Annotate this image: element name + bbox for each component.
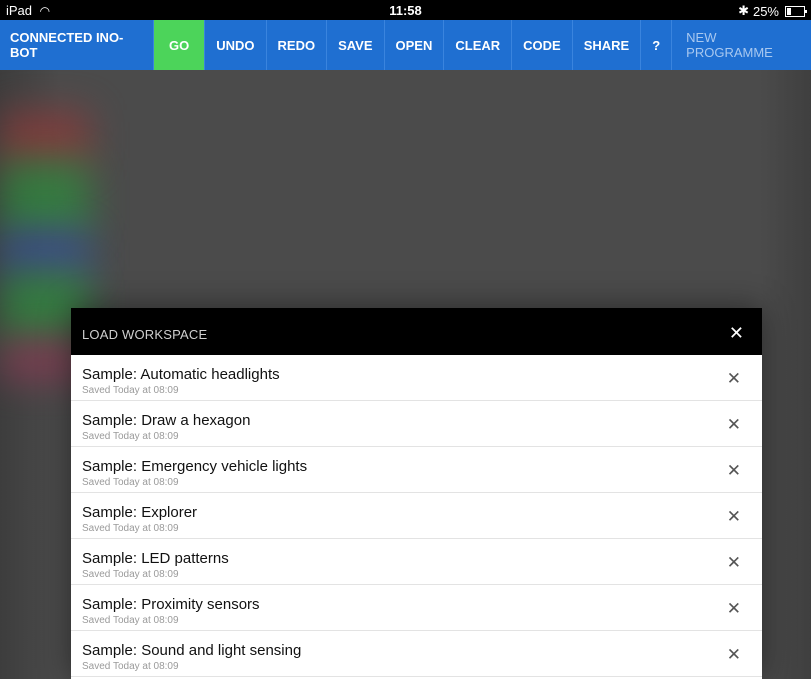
delete-icon[interactable]: ✕	[727, 461, 741, 481]
item-saved-time: Saved Today at 08:09	[82, 431, 179, 442]
open-button[interactable]: OPEN	[385, 20, 445, 70]
go-button[interactable]: GO	[153, 20, 206, 70]
list-item[interactable]: Sample: Automatic headlights Saved Today…	[71, 355, 762, 401]
redo-button[interactable]: REDO	[267, 20, 328, 70]
delete-icon[interactable]: ✕	[727, 507, 741, 527]
item-saved-time: Saved Today at 08:09	[82, 661, 179, 672]
delete-icon[interactable]: ✕	[727, 645, 741, 665]
workspace-list: Sample: Automatic headlights Saved Today…	[71, 355, 762, 677]
list-item[interactable]: Sample: Draw a hexagon Saved Today at 08…	[71, 401, 762, 447]
save-button[interactable]: SAVE	[327, 20, 385, 70]
delete-icon[interactable]: ✕	[727, 369, 741, 389]
item-saved-time: Saved Today at 08:09	[82, 569, 179, 580]
item-saved-time: Saved Today at 08:09	[82, 523, 179, 534]
item-title: Sample: Proximity sensors	[82, 596, 260, 613]
status-right: ✱ 25%	[738, 3, 807, 19]
item-saved-time: Saved Today at 08:09	[82, 615, 179, 626]
item-saved-time: Saved Today at 08:09	[82, 385, 179, 396]
share-button[interactable]: SHARE	[573, 20, 642, 70]
clear-button[interactable]: CLEAR	[444, 20, 513, 70]
item-title: Sample: Automatic headlights	[82, 366, 280, 383]
list-item[interactable]: Sample: Sound and light sensing Saved To…	[71, 631, 762, 677]
blur-block-green	[0, 160, 90, 240]
item-title: Sample: Draw a hexagon	[82, 412, 251, 429]
item-title: Sample: Explorer	[82, 504, 198, 521]
item-title: Sample: LED patterns	[82, 550, 229, 567]
status-bar: iPad ◠ 11:58 ✱ 25%	[0, 0, 811, 20]
battery-icon	[785, 5, 807, 17]
dialog-title: LOAD WORKSPACE	[82, 327, 208, 342]
bluetooth-icon: ✱	[738, 3, 749, 18]
list-item[interactable]: Sample: Proximity sensors Saved Today at…	[71, 585, 762, 631]
item-title: Sample: Sound and light sensing	[82, 642, 302, 659]
toolbar: CONNECTED INO-BOT GO UNDO REDO SAVE OPEN…	[0, 20, 811, 70]
item-saved-time: Saved Today at 08:09	[82, 477, 179, 488]
item-title: Sample: Emergency vehicle lights	[82, 458, 308, 475]
close-icon[interactable]: ✕	[729, 323, 744, 344]
code-button[interactable]: CODE	[512, 20, 573, 70]
connected-robot-button[interactable]: CONNECTED INO-BOT	[0, 20, 154, 70]
help-button[interactable]: ?	[641, 20, 673, 70]
delete-icon[interactable]: ✕	[727, 599, 741, 619]
delete-icon[interactable]: ✕	[727, 553, 741, 573]
programme-name[interactable]: NEW PROGRAMME	[672, 20, 811, 70]
list-item[interactable]: Sample: Explorer Saved Today at 08:09 ✕	[71, 493, 762, 539]
delete-icon[interactable]: ✕	[727, 415, 741, 435]
undo-button[interactable]: UNDO	[205, 20, 267, 70]
load-workspace-dialog: LOAD WORKSPACE ✕ Sample: Automatic headl…	[71, 308, 762, 679]
battery-percentage: 25%	[752, 3, 779, 19]
list-item[interactable]: Sample: Emergency vehicle lights Saved T…	[71, 447, 762, 493]
status-time: 11:58	[389, 3, 422, 18]
list-item[interactable]: Sample: LED patterns Saved Today at 08:0…	[71, 539, 762, 585]
dialog-header: LOAD WORKSPACE ✕	[71, 308, 762, 355]
